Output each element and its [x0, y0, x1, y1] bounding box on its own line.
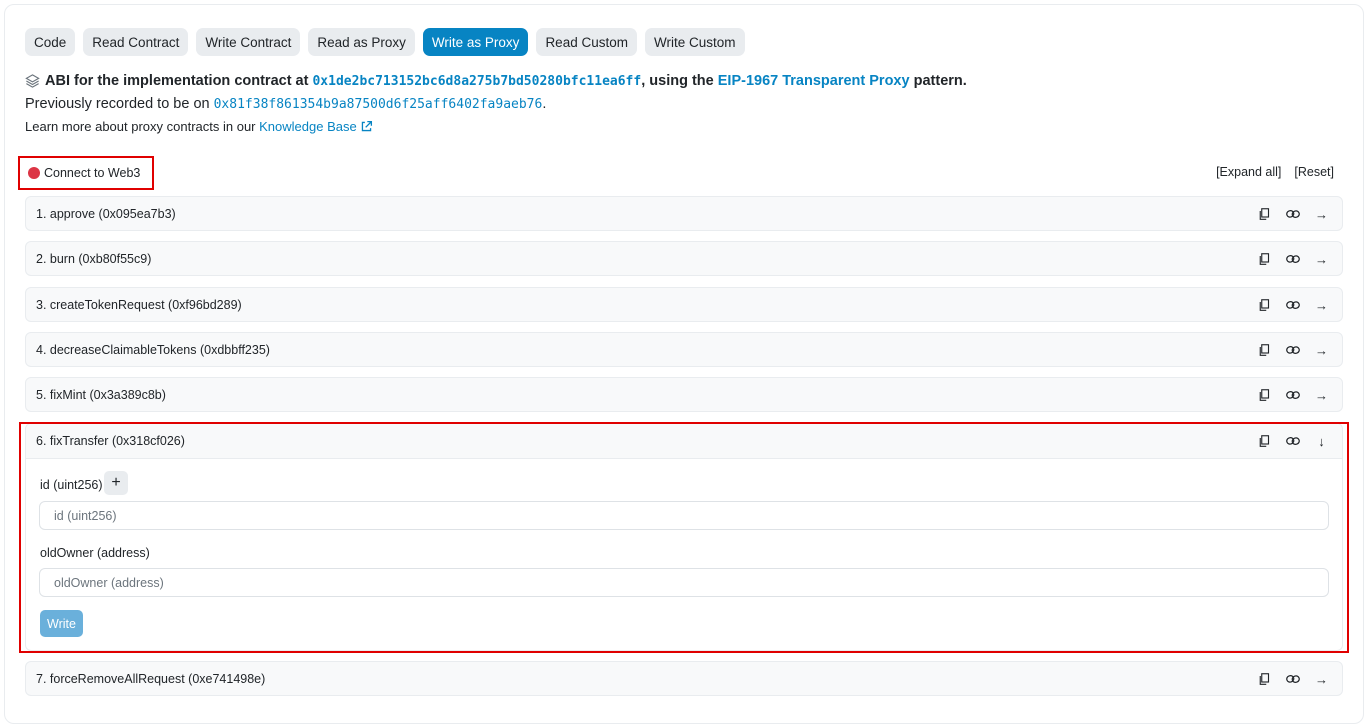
link-icon[interactable]: [1278, 250, 1307, 268]
previous-address-link[interactable]: 0x81f38f861354b9a87500d6f25aff6402fa9aeb…: [214, 97, 543, 112]
multiply-decimals-button[interactable]: +: [104, 471, 128, 495]
copy-icon[interactable]: [1249, 670, 1278, 688]
old-owner-input[interactable]: [39, 568, 1329, 597]
function-label: 3. createTokenRequest (0xf96bd289): [36, 298, 242, 312]
connect-label: Connect to Web3: [44, 166, 141, 180]
function-label: 4. decreaseClaimableTokens (0xdbbff235): [36, 343, 270, 357]
proxy-pattern-link[interactable]: EIP-1967 Transparent Proxy: [718, 73, 910, 89]
copy-icon[interactable]: [1249, 205, 1278, 223]
write-button[interactable]: Write: [40, 610, 83, 637]
tab-write-as-proxy[interactable]: Write as Proxy: [422, 28, 529, 56]
link-icon[interactable]: [1278, 670, 1307, 688]
list-actions: [Expand all] [Reset]: [1216, 165, 1334, 179]
implementation-address-link[interactable]: 0x1de2bc713152bc6d8a275b7bd50280bfc11ea6…: [312, 74, 641, 89]
reset-link[interactable]: [Reset]: [1294, 165, 1334, 179]
info-middle: , using the: [641, 73, 714, 89]
arrow-down-icon[interactable]: ↓: [1307, 432, 1336, 450]
param-label-id: id (uint256): [40, 478, 103, 492]
id-input[interactable]: [39, 501, 1329, 530]
function-label: 6. fixTransfer (0x318cf026): [36, 434, 185, 448]
arrow-right-icon[interactable]: →: [1307, 205, 1336, 223]
tab-code[interactable]: Code: [25, 28, 76, 56]
copy-icon[interactable]: [1249, 386, 1278, 404]
function-row[interactable]: 5. fixMint (0x3a389c8b) →: [25, 377, 1343, 412]
param-label-oldowner: oldOwner (address): [40, 546, 150, 560]
tab-read-as-proxy[interactable]: Read as Proxy: [308, 28, 415, 56]
connect-web3-button[interactable]: Connect to Web3: [28, 162, 140, 184]
previous-suffix: .: [542, 96, 547, 112]
previous-prefix: Previously recorded to be on: [25, 96, 214, 112]
arrow-right-icon[interactable]: →: [1307, 250, 1336, 268]
function-label: 5. fixMint (0x3a389c8b): [36, 388, 166, 402]
learn-more-text: Learn more about proxy contracts in our: [25, 119, 260, 134]
tab-write-custom[interactable]: Write Custom: [644, 28, 745, 56]
arrow-right-icon[interactable]: →: [1307, 296, 1336, 314]
copy-icon[interactable]: [1249, 250, 1278, 268]
function-label: 2. burn (0xb80f55c9): [36, 252, 152, 266]
function-row[interactable]: 1. approve (0x095ea7b3) →: [25, 196, 1343, 231]
function-panel-fixtransfer: 6. fixTransfer (0x318cf026) ↓: [25, 423, 1343, 651]
link-icon[interactable]: [1278, 386, 1307, 404]
link-icon[interactable]: [1278, 296, 1307, 314]
tab-read-custom[interactable]: Read Custom: [536, 28, 637, 56]
link-icon[interactable]: [1278, 432, 1307, 450]
function-row[interactable]: 6. fixTransfer (0x318cf026) ↓: [26, 424, 1342, 459]
proxy-info-line: ABI for the implementation contract at 0…: [25, 73, 967, 89]
function-label: 7. forceRemoveAllRequest (0xe741498e): [36, 672, 266, 686]
link-icon[interactable]: [1278, 341, 1307, 359]
external-link-icon[interactable]: [360, 120, 373, 133]
function-row[interactable]: 3. createTokenRequest (0xf96bd289) →: [25, 287, 1343, 322]
copy-icon[interactable]: [1249, 432, 1278, 450]
arrow-right-icon[interactable]: →: [1307, 386, 1336, 404]
function-label: 1. approve (0x095ea7b3): [36, 207, 176, 221]
status-dot-icon: [28, 167, 40, 179]
expand-all-link[interactable]: [Expand all]: [1216, 165, 1281, 179]
function-row[interactable]: 2. burn (0xb80f55c9) →: [25, 241, 1343, 276]
link-icon[interactable]: [1278, 205, 1307, 223]
function-row[interactable]: 4. decreaseClaimableTokens (0xdbbff235) …: [25, 332, 1343, 367]
arrow-right-icon[interactable]: →: [1307, 670, 1336, 688]
layers-icon: [25, 74, 40, 88]
tab-read-contract[interactable]: Read Contract: [83, 28, 189, 56]
knowledge-base-link[interactable]: Knowledge Base: [259, 119, 357, 134]
info-prefix: ABI for the implementation contract at: [45, 73, 309, 89]
contract-tabs: Code Read Contract Write Contract Read a…: [25, 28, 745, 56]
copy-icon[interactable]: [1249, 341, 1278, 359]
copy-icon[interactable]: [1249, 296, 1278, 314]
knowledge-base-line: Learn more about proxy contracts in our …: [25, 119, 373, 134]
tab-write-contract[interactable]: Write Contract: [196, 28, 301, 56]
arrow-right-icon[interactable]: →: [1307, 341, 1336, 359]
info-suffix: pattern.: [913, 73, 967, 89]
function-row[interactable]: 7. forceRemoveAllRequest (0xe741498e) →: [25, 661, 1343, 696]
previous-address-line: Previously recorded to be on 0x81f38f861…: [25, 96, 546, 112]
